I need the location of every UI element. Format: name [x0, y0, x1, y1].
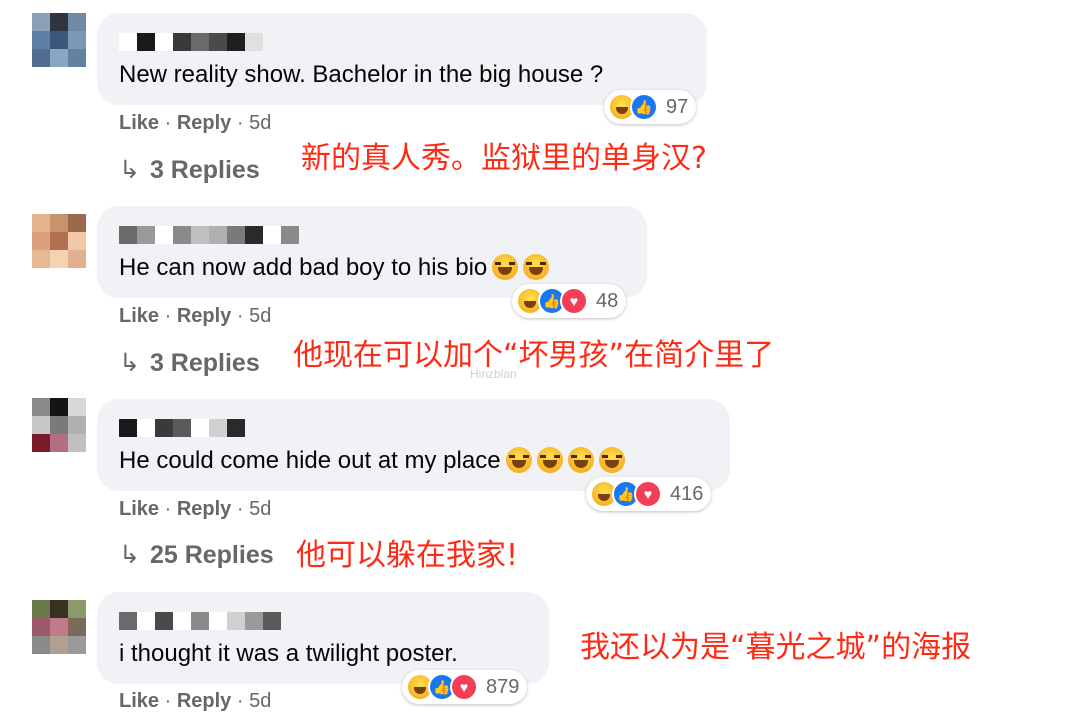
like-button[interactable]: Like — [119, 112, 159, 134]
reaction-summary[interactable]: 👍 ♥ 48 — [512, 284, 627, 318]
redacted-author-name[interactable] — [119, 419, 245, 437]
avatar[interactable] — [32, 600, 86, 654]
timestamp[interactable]: 5d — [249, 690, 271, 712]
avatar[interactable] — [32, 398, 86, 452]
reply-arrow-icon: ↳ — [119, 349, 140, 377]
reply-arrow-icon: ↳ — [119, 156, 140, 184]
joy-emoji — [598, 447, 625, 473]
comment-text: i thought it was a twilight poster. — [119, 640, 458, 667]
joy-emoji — [567, 447, 594, 473]
timestamp[interactable]: 5d — [249, 305, 271, 327]
view-replies-link[interactable]: ↳ 3 Replies — [119, 348, 260, 378]
reaction-count: 879 — [486, 675, 520, 698]
love-icon: ♥ — [560, 287, 588, 315]
reply-button[interactable]: Reply — [177, 690, 231, 712]
translation-annotation: 他可以躲在我家! — [296, 538, 519, 573]
reaction-count: 97 — [666, 95, 689, 118]
like-button[interactable]: Like — [119, 690, 159, 712]
comment-text: He can now add bad boy to his bio — [119, 253, 550, 283]
reply-button[interactable]: Reply — [177, 498, 231, 520]
redacted-author-name[interactable] — [119, 33, 263, 51]
reply-button[interactable]: Reply — [177, 305, 231, 327]
reaction-summary[interactable]: 👍 97 — [604, 90, 697, 124]
joy-emoji — [492, 254, 519, 280]
translation-annotation: 他现在可以加个“坏男孩”在简介里了 — [293, 338, 775, 373]
view-replies-link[interactable]: ↳ 3 Replies — [119, 155, 260, 185]
watermark: Hinzblan — [470, 367, 517, 381]
reply-arrow-icon: ↳ — [119, 541, 140, 569]
translation-annotation: 我还以为是“暮光之城”的海报 — [580, 630, 972, 665]
reaction-summary[interactable]: 👍 ♥ 879 — [402, 670, 528, 704]
reaction-count: 416 — [670, 482, 704, 505]
reaction-count: 48 — [596, 289, 619, 312]
comment-text: New reality show. Bachelor in the big ho… — [119, 61, 604, 88]
love-icon: ♥ — [450, 673, 478, 701]
timestamp[interactable]: 5d — [249, 112, 271, 134]
comment-actions: Like · Reply · 5d — [119, 112, 272, 134]
joy-emoji — [536, 447, 563, 473]
joy-emoji — [523, 254, 550, 280]
comment-text: He could come hide out at my place — [119, 446, 625, 476]
avatar[interactable] — [32, 214, 86, 268]
redacted-author-name[interactable] — [119, 612, 281, 630]
reaction-summary[interactable]: 👍 ♥ 416 — [586, 477, 712, 511]
redacted-author-name[interactable] — [119, 226, 299, 244]
love-icon: ♥ — [634, 480, 662, 508]
timestamp[interactable]: 5d — [249, 498, 271, 520]
comment-actions: Like · Reply · 5d — [119, 305, 272, 327]
comment-actions: Like · Reply · 5d — [119, 498, 272, 520]
view-replies-link[interactable]: ↳ 25 Replies — [119, 540, 274, 570]
avatar[interactable] — [32, 13, 86, 67]
like-button[interactable]: Like — [119, 498, 159, 520]
like-button[interactable]: Like — [119, 305, 159, 327]
joy-emoji — [505, 447, 532, 473]
reply-button[interactable]: Reply — [177, 112, 231, 134]
like-icon: 👍 — [630, 93, 658, 121]
comment-actions: Like · Reply · 5d — [119, 690, 272, 712]
translation-annotation: 新的真人秀。监狱里的单身汉? — [301, 141, 707, 176]
